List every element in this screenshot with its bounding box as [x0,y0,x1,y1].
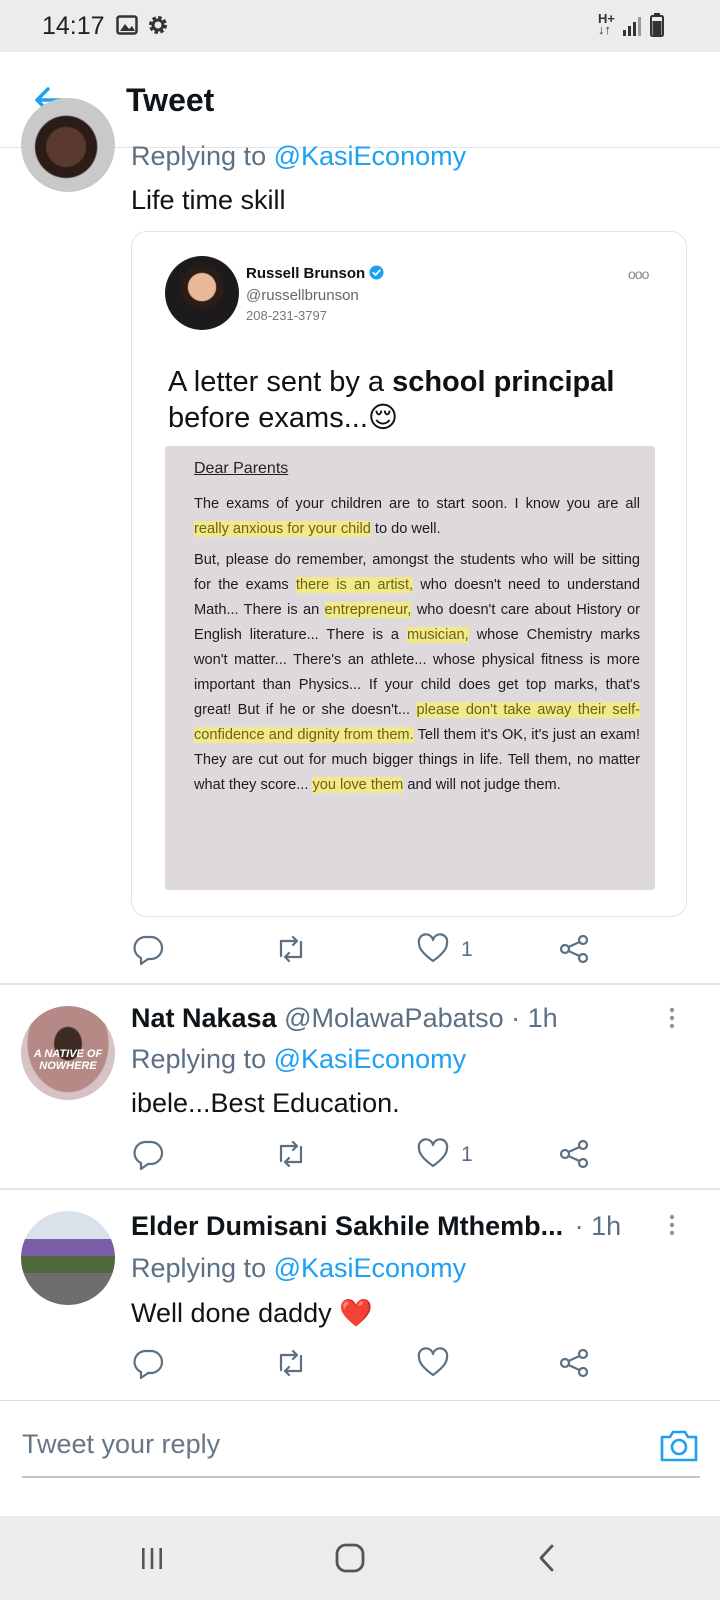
signal-icon [622,15,644,42]
status-time: 14:17 [42,12,105,40]
display-name[interactable]: Elder Dumisani Sakhile Mthemb... [131,1211,563,1241]
verified-badge-icon [369,265,384,280]
like-icon[interactable] [416,932,452,968]
avatar [165,256,239,330]
reply-input[interactable]: Tweet your reply [22,1429,220,1460]
more-vertical-icon[interactable] [660,1002,684,1038]
divider [0,983,720,985]
retweet-icon[interactable] [273,932,309,968]
share-icon[interactable] [557,1346,593,1382]
tweet-text: Life time skill [131,185,286,215]
battery-icon [650,13,664,42]
timestamp: · 1h [574,1211,622,1241]
highlight: you love them [312,777,404,793]
network-type: H+ [598,11,615,26]
share-icon[interactable] [557,1137,593,1173]
like-count: 1 [461,938,473,961]
replying-to: Replying to @KasiEconomy [131,1044,467,1074]
page-title: Tweet [126,82,215,118]
recent-apps-icon[interactable] [134,1540,174,1576]
more-options-icon: ooo [628,266,649,282]
avatar[interactable] [21,1211,115,1305]
tweet-text: ibele...Best Education. [131,1088,400,1118]
embedded-handle: @russellbrunson [246,287,359,304]
letter-photo: Dear Parents The exams of your children … [165,446,655,890]
letter-body: The exams of your children are to start … [194,496,641,793]
tweet-image[interactable]: Russell Brunson @russellbrunson 208-231-… [131,231,687,917]
heart-emoji: ❤️ [339,1298,373,1328]
divider [22,1476,700,1478]
avatar[interactable] [21,98,115,192]
reply-icon[interactable] [131,1137,167,1173]
display-name[interactable]: Nat Nakasa [131,1003,277,1033]
retweet-icon[interactable] [273,1137,309,1173]
status-bar: 14:17 H+ ↓↑ [0,0,720,52]
replying-to: Replying to @KasiEconomy [131,1253,467,1283]
tweet-text: Well done daddy ❤️ [131,1298,373,1328]
embedded-caption: A letter sent by a school principal befo… [168,366,615,434]
tweet-header: Elder Dumisani Sakhile Mthemb... · 1h [131,1211,621,1242]
settings-gear-icon [147,14,169,41]
like-count: 1 [461,1143,473,1166]
letter-salutation: Dear Parents [194,460,289,477]
home-icon[interactable] [331,1540,371,1576]
highlight: really anxious for your child [194,521,371,537]
more-vertical-icon[interactable] [660,1209,684,1245]
highlight: musician, [406,627,469,643]
highlight: there is an artist, [295,577,414,593]
mention-link[interactable]: @KasiEconomy [274,1253,466,1283]
mention-link[interactable]: @KasiEconomy [274,1044,466,1074]
camera-icon[interactable] [658,1427,700,1465]
mention-link[interactable]: @KasiEconomy [274,141,466,171]
timestamp: · 1h [511,1003,558,1033]
gallery-icon [116,15,138,40]
retweet-icon[interactable] [273,1346,309,1382]
highlight: entrepreneur, [324,602,412,618]
reply-icon[interactable] [131,932,167,968]
embedded-phone: 208-231-3797 [246,308,327,323]
reply-icon[interactable] [131,1346,167,1382]
share-icon[interactable] [557,932,593,968]
divider [0,1188,720,1190]
network-data-icon: H+ ↓↑ [598,11,615,37]
avatar-book-title: A NATIVE OF NOWHERE [33,1048,103,1072]
like-icon[interactable] [416,1137,452,1173]
replying-to: Replying to @KasiEconomy [131,141,467,171]
system-nav-bar [0,1516,720,1600]
embedded-author: Russell Brunson [246,265,384,282]
reply-bar: Tweet your reply [0,1400,720,1488]
avatar[interactable]: A NATIVE OF NOWHERE [21,1006,115,1100]
back-chevron-icon[interactable] [530,1540,570,1576]
tweet-header: Nat Nakasa @MolawaPabatso · 1h [131,1003,558,1034]
like-icon[interactable] [416,1346,452,1382]
user-handle: @MolawaPabatso [284,1003,504,1033]
